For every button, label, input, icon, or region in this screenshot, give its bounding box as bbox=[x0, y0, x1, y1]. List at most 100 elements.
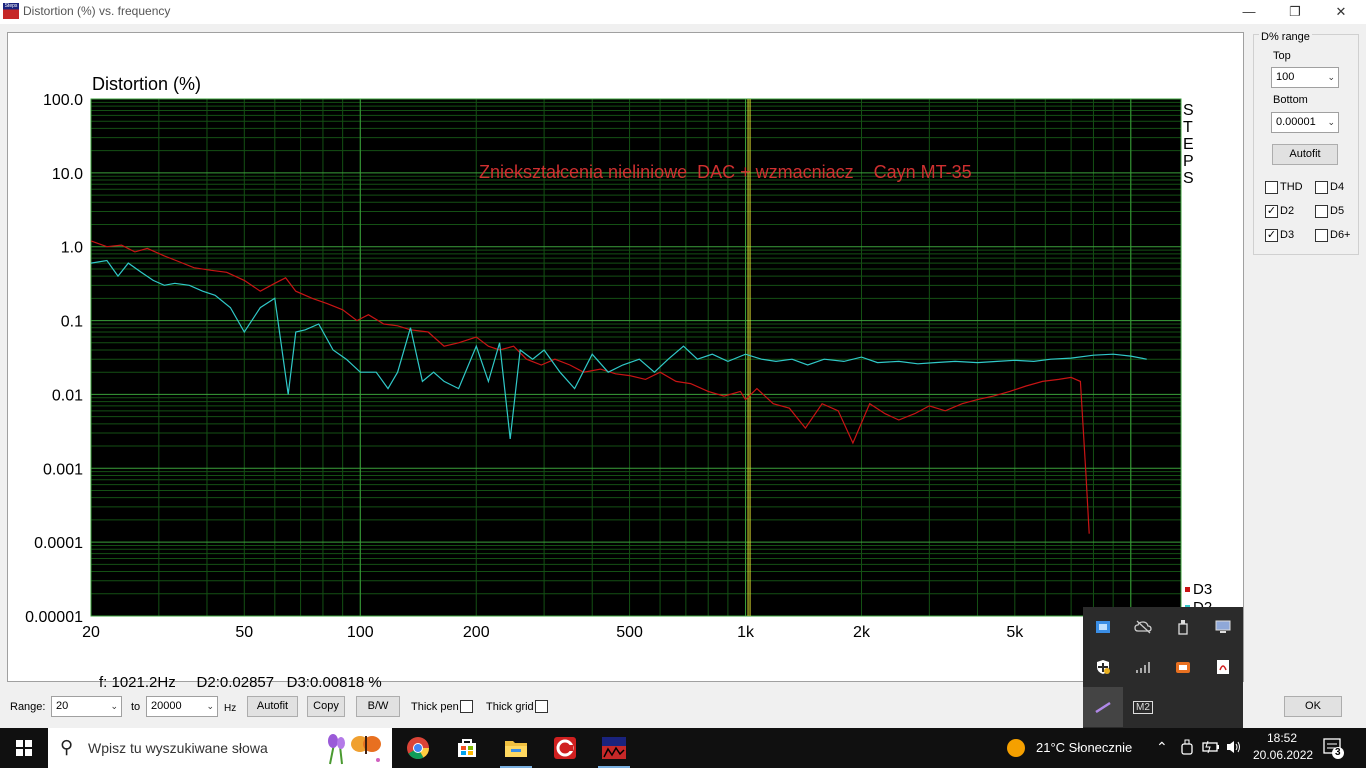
store-taskbar-icon[interactable] bbox=[443, 728, 491, 768]
signal-bars-icon[interactable] bbox=[1123, 647, 1163, 687]
usb-drive-icon[interactable] bbox=[1163, 607, 1203, 647]
x-tick-label: 2k bbox=[853, 624, 871, 641]
m2-icon[interactable]: M2 bbox=[1123, 687, 1163, 727]
y-tick-label: 10.0 bbox=[52, 166, 83, 183]
copy-button[interactable]: Copy bbox=[307, 696, 345, 717]
file-explorer-taskbar-icon[interactable] bbox=[492, 728, 540, 768]
hz-label: Hz bbox=[224, 703, 237, 714]
title-bar: Steps Distortion (%) vs. frequency — ❐ ✕ bbox=[0, 0, 1366, 24]
x-tick-label: 5k bbox=[1006, 624, 1024, 641]
security-shield-icon[interactable] bbox=[1083, 647, 1123, 687]
distortion-chart[interactable]: 100.0 10.0 1.0 0.1 0.01 0.001 0.0001 0.0000120 5… bbox=[8, 33, 1245, 683]
windows-start-button[interactable] bbox=[0, 728, 48, 768]
steps-taskbar-icon[interactable] bbox=[590, 728, 638, 768]
cloud-off-icon[interactable] bbox=[1123, 607, 1163, 647]
weather-sun-icon[interactable] bbox=[1000, 728, 1032, 768]
usb-tray-icon[interactable] bbox=[1180, 739, 1194, 758]
y-tick-label: 0.001 bbox=[43, 461, 83, 478]
y-tick-label: 0.01 bbox=[52, 387, 83, 404]
flowers-butterfly-icon bbox=[328, 734, 381, 765]
m2-label: M2 bbox=[1133, 700, 1153, 714]
range-from-value: 20 bbox=[56, 700, 69, 712]
x-tick-label: 500 bbox=[616, 624, 643, 641]
chevron-down-icon: ⌄ bbox=[1327, 72, 1335, 82]
to-label: to bbox=[131, 701, 141, 713]
steps-letter: P bbox=[1183, 153, 1194, 170]
bw-button[interactable]: B/W bbox=[356, 696, 400, 717]
checkbox-label: D2 bbox=[1280, 205, 1295, 217]
maximize-button[interactable]: ❐ bbox=[1272, 0, 1318, 24]
autofit-button[interactable]: Autofit bbox=[247, 696, 298, 717]
top-label: Top bbox=[1273, 50, 1291, 62]
range-autofit-button[interactable]: Autofit bbox=[1272, 144, 1338, 165]
d-range-legend: D% range bbox=[1259, 31, 1312, 43]
ccleaner-taskbar-icon[interactable] bbox=[541, 728, 589, 768]
thick-pen-label: Thick pen bbox=[411, 701, 459, 713]
pen-app-icon[interactable] bbox=[1083, 687, 1123, 727]
checkbox-d2[interactable]: ✓ bbox=[1265, 205, 1278, 218]
pdf-icon[interactable] bbox=[1203, 647, 1243, 687]
search-placeholder: Wpisz tu wyszukiwane słowa bbox=[88, 740, 268, 756]
checkbox-d3[interactable]: ✓ bbox=[1265, 229, 1278, 242]
bottom-label: Bottom bbox=[1273, 94, 1308, 106]
x-tick-label: 1k bbox=[737, 624, 755, 641]
clock-time[interactable]: 18:52 bbox=[1253, 731, 1311, 745]
orange-app-icon[interactable] bbox=[1163, 647, 1203, 687]
steps-letter: S bbox=[1183, 170, 1194, 187]
notification-count: 3 bbox=[1335, 747, 1341, 758]
checkbox-d5[interactable] bbox=[1315, 205, 1328, 218]
chevron-up-icon[interactable]: ⌃ bbox=[1156, 739, 1168, 756]
thick-grid-label: Thick grid bbox=[486, 701, 534, 713]
search-icon: ⚲ bbox=[60, 737, 74, 757]
chevron-down-icon: ⌄ bbox=[110, 701, 118, 711]
checkbox-d4[interactable] bbox=[1315, 181, 1328, 194]
checkbox-thd[interactable] bbox=[1265, 181, 1278, 194]
bottom-select-value: 0.00001 bbox=[1276, 116, 1316, 128]
display-icon[interactable] bbox=[1203, 607, 1243, 647]
volume-icon[interactable] bbox=[1226, 739, 1244, 758]
steps-letter: E bbox=[1183, 136, 1194, 153]
taskbar: ⚲ Wpisz tu wyszukiwane słowa 21°C Słonec… bbox=[0, 728, 1366, 768]
battery-icon[interactable] bbox=[1202, 740, 1220, 757]
x-tick-label: 50 bbox=[235, 624, 253, 641]
chart-annotation: Zniekształcenia nieliniowe DAC + wzmacni… bbox=[479, 162, 972, 182]
y-tick-label: 100.0 bbox=[43, 92, 83, 109]
checkbox-label: D3 bbox=[1280, 229, 1295, 241]
top-select[interactable]: 100 ⌄ bbox=[1271, 67, 1339, 88]
range-from-select[interactable]: 20 ⌄ bbox=[51, 696, 122, 717]
thick-pen-checkbox[interactable] bbox=[460, 700, 473, 713]
chevron-down-icon: ⌄ bbox=[206, 701, 214, 711]
close-button[interactable]: ✕ bbox=[1318, 0, 1364, 24]
y-tick-label: 0.1 bbox=[61, 314, 83, 331]
chevron-down-icon: ⌄ bbox=[1327, 117, 1335, 127]
plot-frame: 100.0 10.0 1.0 0.1 0.01 0.001 0.0001 0.00001 20 5… bbox=[7, 32, 1245, 691]
bottom-select[interactable]: 0.00001 ⌄ bbox=[1271, 112, 1339, 133]
taskbar-search[interactable]: ⚲ Wpisz tu wyszukiwane słowa bbox=[48, 728, 392, 768]
checkbox-label: D5 bbox=[1330, 205, 1345, 217]
cursor-readout: f: 1021.2Hz D2:0.02857 D3:0.00818 % bbox=[99, 674, 382, 691]
range-label: Range: bbox=[10, 701, 46, 713]
checkbox-d6-plus[interactable] bbox=[1315, 229, 1328, 242]
ok-button[interactable]: OK bbox=[1284, 696, 1342, 717]
windows-logo-icon bbox=[16, 740, 32, 756]
range-to-select[interactable]: 20000 ⌄ bbox=[146, 696, 218, 717]
network-app-icon[interactable] bbox=[1083, 607, 1123, 647]
chart-title: Distortion (%) bbox=[92, 74, 201, 94]
x-tick-label: 100 bbox=[347, 624, 374, 641]
top-select-value: 100 bbox=[1276, 71, 1295, 83]
checkbox-label: D6+ bbox=[1330, 229, 1351, 241]
window-title: Distortion (%) vs. frequency bbox=[23, 4, 171, 18]
weather-text[interactable]: 21°C Słonecznie bbox=[1036, 740, 1132, 755]
chrome-taskbar-icon[interactable] bbox=[394, 728, 442, 768]
legend-label-d3: D3 bbox=[1193, 581, 1212, 598]
legend-swatch-d3 bbox=[1185, 587, 1190, 592]
checkbox-label: THD bbox=[1280, 181, 1303, 193]
checkbox-label: D4 bbox=[1330, 181, 1345, 193]
clock-date[interactable]: 20.06.2022 bbox=[1253, 748, 1313, 762]
minimize-button[interactable]: — bbox=[1226, 0, 1272, 24]
x-tick-label: 20 bbox=[82, 624, 100, 641]
app-icon: Steps bbox=[3, 3, 19, 19]
y-tick-label: 1.0 bbox=[61, 240, 83, 257]
notification-center-icon[interactable]: 3 bbox=[1322, 737, 1344, 762]
thick-grid-checkbox[interactable] bbox=[535, 700, 548, 713]
